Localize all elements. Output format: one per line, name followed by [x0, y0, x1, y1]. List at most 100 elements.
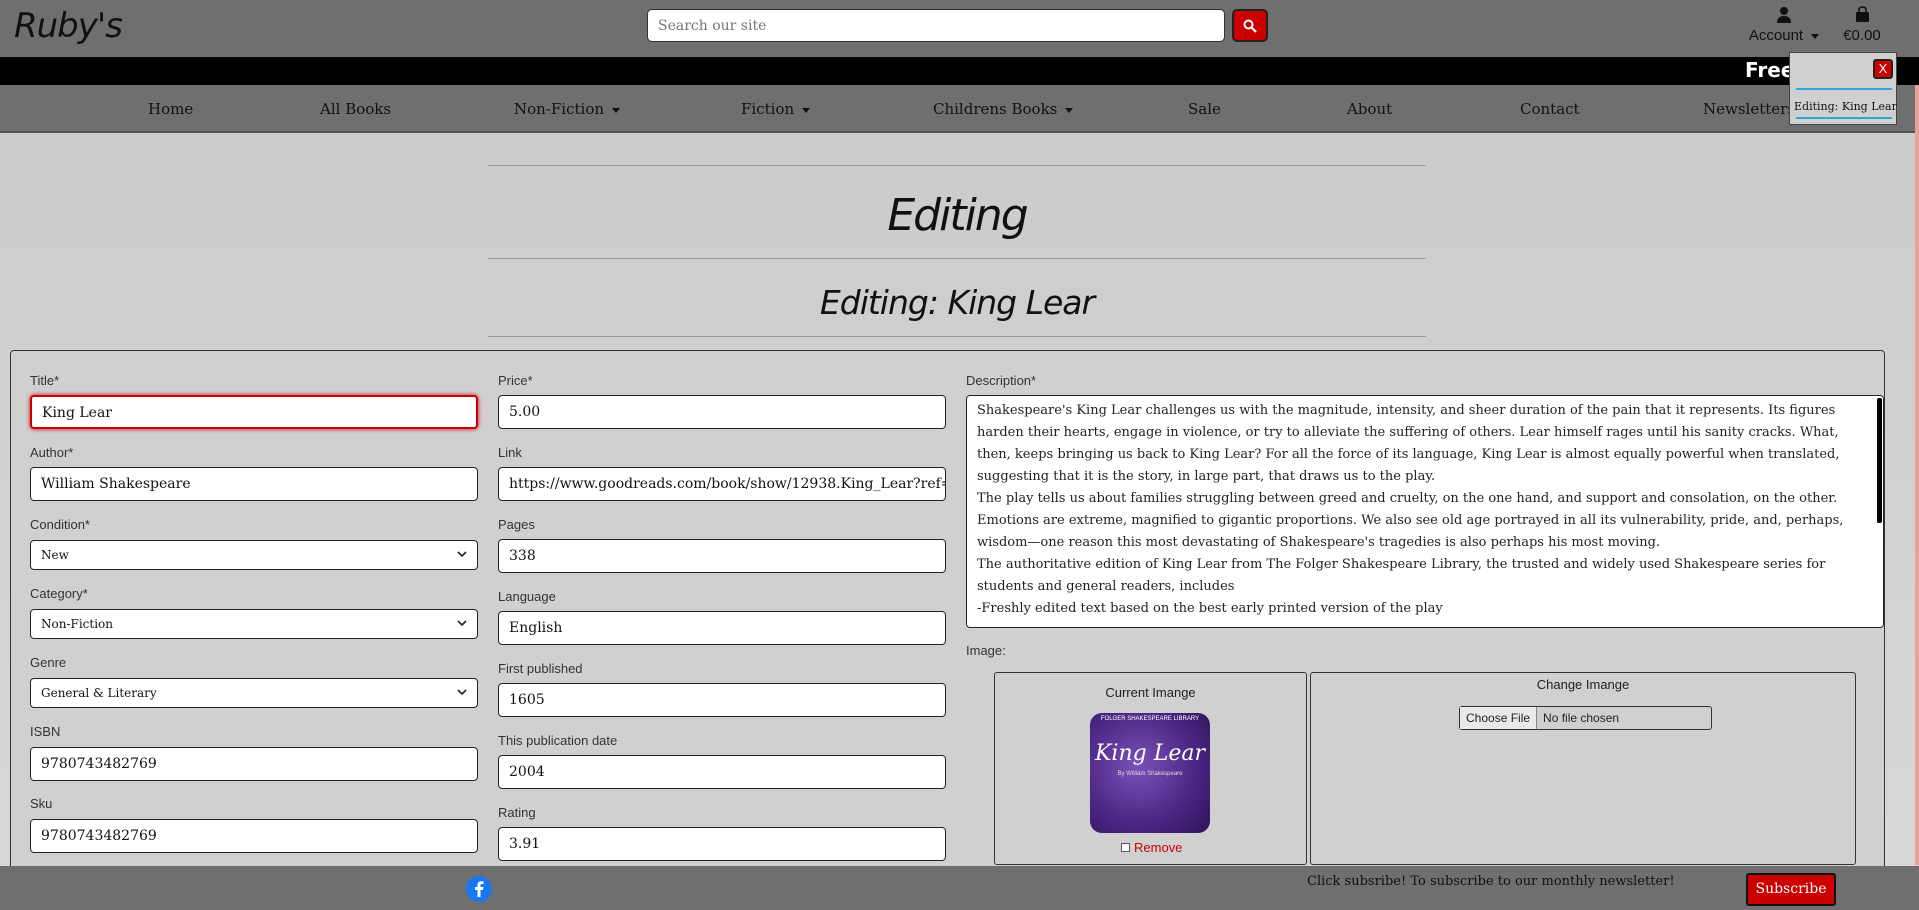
sku-label: Sku — [30, 796, 53, 811]
newsletter-prompt: Click subsribe! To subscribe to our mont… — [1307, 874, 1675, 889]
genre-label: Genre — [30, 655, 67, 670]
chevron-down-icon — [1065, 107, 1074, 113]
description-paragraph: The play tells us about families struggl… — [977, 491, 1844, 550]
search-button[interactable] — [1232, 9, 1268, 42]
publication-date-field[interactable]: 2004 — [498, 755, 946, 789]
description-scrollbar[interactable] — [1876, 396, 1883, 627]
price-field[interactable]: 5.00 — [498, 395, 946, 429]
link-label: Link — [498, 445, 522, 460]
title-field[interactable]: King Lear — [30, 395, 478, 429]
language-field[interactable]: English — [498, 611, 946, 645]
nav-fiction[interactable]: Fiction — [741, 100, 811, 118]
user-icon — [1777, 7, 1791, 23]
isbn-field[interactable]: 9780743482769 — [30, 747, 478, 781]
category-value: Non-Fiction — [41, 617, 114, 631]
price-label: Price* — [498, 373, 533, 388]
site-header: Ruby's Account €0.00 — [0, 0, 1919, 57]
shopping-bag-icon — [1855, 6, 1869, 22]
chevron-down-icon — [612, 107, 621, 113]
remove-image-checkbox[interactable] — [1121, 843, 1130, 852]
current-image-box: Current Imange FOLGER SHAKESPEARE LIBRAR… — [994, 672, 1307, 865]
remove-image-label: Remove — [1134, 840, 1183, 855]
publication-date-label: This publication date — [498, 733, 618, 748]
image-label: Image: — [966, 643, 1006, 658]
image-file-input[interactable]: Choose File No file chosen — [1459, 706, 1712, 730]
first-published-field[interactable]: 1605 — [498, 683, 946, 717]
category-select[interactable]: Non-Fiction — [30, 609, 478, 639]
rating-field[interactable]: 3.91 — [498, 827, 946, 861]
cover-title: King Lear — [1095, 741, 1205, 766]
author-field[interactable]: William Shakespeare — [30, 467, 478, 501]
success-toast: X Editing: King Lear — [1789, 52, 1897, 125]
toast-divider — [1796, 117, 1892, 119]
nav-home[interactable]: Home — [148, 100, 193, 118]
facebook-icon[interactable] — [466, 876, 492, 902]
account-menu[interactable]: Account — [1748, 6, 1820, 44]
book-cover-image: FOLGER SHAKESPEARE LIBRARY King Lear By … — [1090, 713, 1210, 833]
site-logo[interactable]: Ruby's — [14, 6, 123, 46]
chevron-down-icon — [457, 620, 467, 627]
remove-image-control: Remove — [1121, 840, 1182, 855]
search-input[interactable] — [647, 9, 1225, 42]
sku-field[interactable]: 9780743482769 — [30, 819, 478, 853]
choose-file-button[interactable]: Choose File — [1460, 707, 1538, 729]
title-label: Title* — [30, 373, 60, 388]
chevron-down-icon — [802, 107, 811, 113]
nav-newsletters[interactable]: Newsletters — [1703, 100, 1795, 118]
author-label: Author* — [30, 445, 74, 460]
scrollbar-thumb[interactable] — [1877, 398, 1882, 523]
toast-divider — [1796, 88, 1892, 90]
description-paragraph: Shakespeare's King Lear challenges us wi… — [977, 403, 1840, 484]
account-label: Account — [1748, 27, 1804, 44]
search-form — [647, 9, 1268, 42]
rating-label: Rating — [498, 805, 536, 820]
nav-non-fiction-label: Non-Fiction — [514, 100, 605, 118]
nav-fiction-label: Fiction — [741, 100, 795, 118]
change-image-title: Change Imange — [1536, 677, 1630, 692]
language-label: Language — [498, 589, 556, 604]
category-label: Category* — [30, 586, 88, 601]
page-scrollbar[interactable] — [1915, 85, 1919, 865]
page-title: Editing — [887, 190, 1028, 241]
bag-total: €0.00 — [1843, 27, 1881, 44]
chevron-down-icon — [457, 689, 467, 696]
site-footer: Click subsribe! To subscribe to our mont… — [0, 866, 1919, 910]
cover-header: FOLGER SHAKESPEARE LIBRARY — [1100, 716, 1200, 722]
toast-close-button[interactable]: X — [1873, 59, 1893, 79]
first-published-label: First published — [498, 661, 583, 676]
pages-field[interactable]: 338 — [498, 539, 946, 573]
change-image-box: Change Imange Choose File No file chosen — [1310, 672, 1856, 865]
shopping-bag[interactable]: €0.00 — [1838, 6, 1886, 44]
chevron-down-icon — [1811, 33, 1820, 39]
description-textarea[interactable]: Shakespeare's King Lear challenges us wi… — [966, 395, 1884, 628]
description-paragraph: The authoritative edition of King Lear f… — [977, 557, 1826, 594]
chevron-down-icon — [457, 551, 467, 558]
condition-value: New — [41, 548, 69, 562]
description-paragraph: -Freshly edited text based on the best e… — [977, 601, 1443, 616]
condition-select[interactable]: New — [30, 540, 478, 570]
current-image-title: Current Imange — [1105, 685, 1196, 700]
nav-childrens-books[interactable]: Childrens Books — [933, 100, 1074, 118]
isbn-label: ISBN — [30, 724, 61, 739]
nav-contact[interactable]: Contact — [1520, 100, 1580, 118]
toast-message: Editing: King Lear — [1794, 100, 1897, 113]
nav-childrens-label: Childrens Books — [933, 100, 1058, 118]
nav-sale[interactable]: Sale — [1188, 100, 1221, 118]
link-field[interactable]: https://www.goodreads.com/book/show/1293… — [498, 467, 946, 501]
search-icon — [1243, 19, 1257, 33]
divider — [488, 165, 1426, 166]
file-status: No file chosen — [1543, 711, 1620, 725]
nav-about[interactable]: About — [1347, 100, 1392, 118]
condition-label: Condition* — [30, 517, 90, 532]
divider — [488, 258, 1426, 259]
nav-all-books[interactable]: All Books — [320, 100, 391, 118]
genre-select[interactable]: General & Literary — [30, 678, 478, 708]
pages-label: Pages — [498, 517, 535, 532]
divider — [488, 336, 1426, 337]
genre-value: General & Literary — [41, 686, 157, 700]
promo-banner: Free ... o — [0, 57, 1919, 85]
main-nav: Home All Books Non-Fiction Fiction Child… — [0, 85, 1919, 133]
subscribe-button[interactable]: Subscribe — [1746, 873, 1836, 906]
page-subtitle: Editing: King Lear — [819, 283, 1095, 322]
nav-non-fiction[interactable]: Non-Fiction — [514, 100, 621, 118]
